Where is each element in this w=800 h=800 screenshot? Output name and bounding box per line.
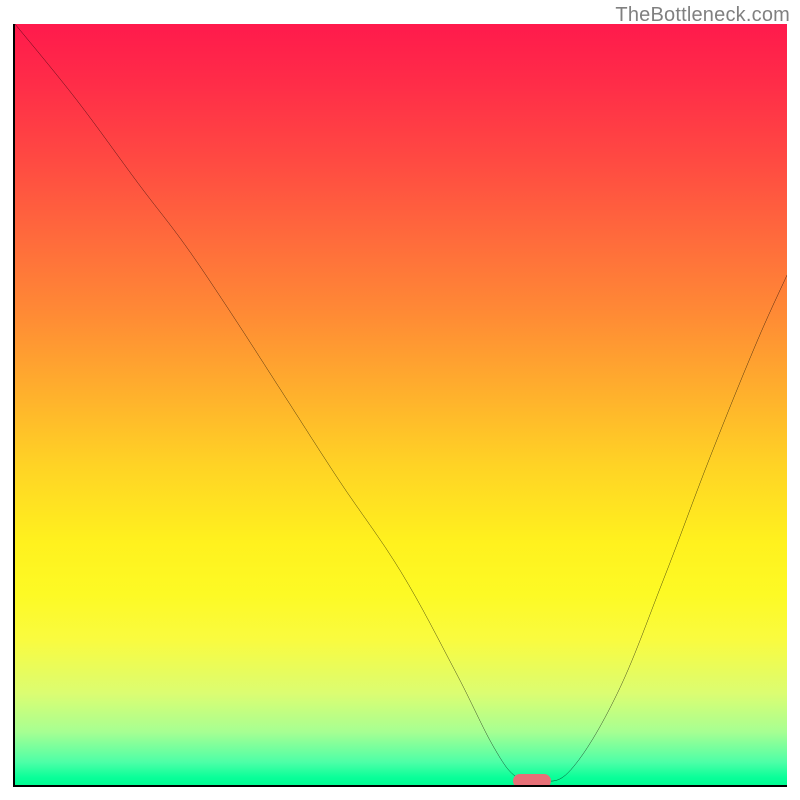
chart-container: TheBottleneck.com xyxy=(0,0,800,800)
plot-area xyxy=(13,24,787,787)
optimal-range-marker xyxy=(513,774,551,787)
bottleneck-curve xyxy=(15,24,787,785)
watermark-text: TheBottleneck.com xyxy=(615,4,790,27)
